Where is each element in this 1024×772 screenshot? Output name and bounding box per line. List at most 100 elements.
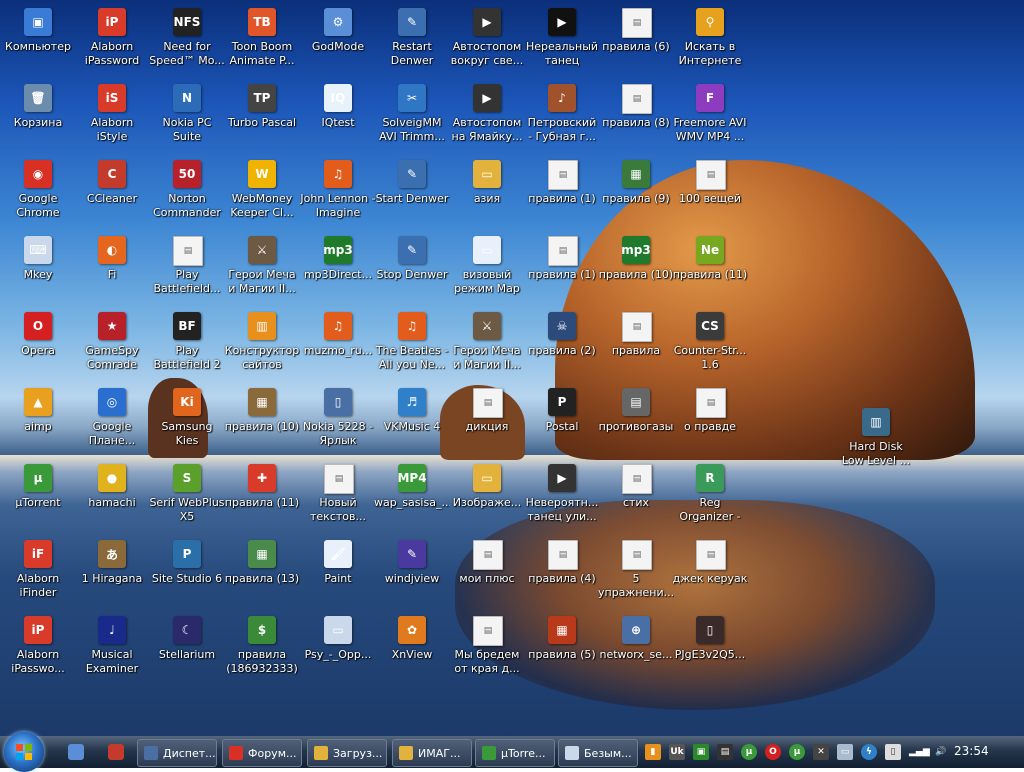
taskbar-button[interactable]: Безым... [558,739,638,767]
start-button[interactable] [4,732,44,772]
desktop-icon[interactable]: O Opera [0,312,76,384]
desktop-icon[interactable]: ♪ Петровский - Губная г... [524,84,600,156]
desktop-icon[interactable]: ▤ мои плюс [449,540,525,612]
desktop-icon[interactable]: ▶ Автостопом на Ямайку... [449,84,525,156]
desktop-icon[interactable]: iP Alaborn iPassword [74,8,150,80]
desktop-icon[interactable]: ▶ Нереальный танец япон... [524,8,600,80]
desktop-icon[interactable]: R Reg Organizer - [672,464,748,536]
taskbar-button[interactable]: Форум... [222,739,302,767]
desktop-icon[interactable]: ⊕ networx_se... [598,616,674,688]
tray-app-icon[interactable]: ▤ [717,744,733,760]
taskbar-button[interactable]: Диспет... [137,739,217,767]
desktop-icon[interactable]: ▤ правила (8) [598,84,674,156]
desktop-icon[interactable]: ▤ 100 вещей [672,160,748,232]
desktop-icon[interactable]: ☠ правила (2) [524,312,600,384]
volume-icon[interactable]: 🔊 [933,744,949,760]
desktop-icon[interactable]: ▶ Невероятн... танец ули... [524,464,600,536]
desktop-icon[interactable]: ▤ стих [598,464,674,536]
desktop-icon[interactable]: 🗑 Корзина [0,84,76,156]
desktop-icon[interactable]: ▥ Конструктор сайтов [224,312,300,384]
desktop-icon[interactable]: P Postal [524,388,600,460]
show-desktop-icon[interactable] [68,744,84,760]
desktop-icon[interactable]: ◉ Google Chrome [0,160,76,232]
desktop-icon[interactable]: 🖌 Paint [300,540,376,612]
desktop-icon[interactable]: mp3 mp3Direct... [300,236,376,308]
desktop-icon[interactable]: ▤ Новый текстов... [300,464,376,536]
desktop-icon[interactable]: ♩ Musical Examiner [74,616,150,688]
tray-app-icon[interactable]: ▭ [837,744,853,760]
desktop-icon[interactable]: ▦ правила (9) [598,160,674,232]
desktop-icon[interactable]: ▦ правила (5) [524,616,600,688]
desktop-icon[interactable]: µ µTorrent [0,464,76,536]
desktop-icon[interactable]: BF Play Battlefield 2 [149,312,225,384]
signal-icon[interactable]: ▂▄▆ [909,744,930,760]
tray-utorrent-icon[interactable]: µ [741,744,757,760]
desktop-icon[interactable]: あ 1 Hiragana [74,540,150,612]
clock[interactable]: 23:54 [954,744,989,758]
desktop-icon[interactable]: ▤ о правде [672,388,748,460]
desktop-icon[interactable]: $ правила (186932333) [224,616,300,688]
desktop-icon[interactable]: ▤ правила (4) [524,540,600,612]
desktop-icon[interactable]: iS Alaborn iStyle [74,84,150,156]
desktop-icon[interactable]: Ne правила (11) [672,236,748,308]
desktop-icon[interactable]: ☾ Stellarium [149,616,225,688]
taskbar-button[interactable]: ИМАГ... [392,739,472,767]
desktop-icon[interactable]: ♫ muzmo_ru... [300,312,376,384]
desktop-icon[interactable]: ✎ Start Denwer [374,160,450,232]
desktop-icon[interactable]: IQ IQtest [300,84,376,156]
desktop-icon[interactable]: ▦ правила (10) [224,388,300,460]
quick-launch-icon[interactable] [108,744,124,760]
desktop-icon[interactable]: ⚔ Герои Меча и Магии II... [449,312,525,384]
desktop-icon[interactable]: Ki Samsung Kies [149,388,225,460]
desktop-icon[interactable]: ✎ Stop Denwer [374,236,450,308]
tray-network-icon[interactable]: ✕ [813,744,829,760]
desktop-icon[interactable]: CS Counter-Str... 1.6 [672,312,748,384]
desktop-icon[interactable]: ◐ Fi [74,236,150,308]
desktop-icon[interactable]: ▤ Play Battlefield... [149,236,225,308]
desktop-icon[interactable]: ▤ правила (1) [524,236,600,308]
desktop-icon[interactable]: ♬ VKMusic 4 [374,388,450,460]
desktop-icon[interactable]: ⚔ Герои Меча и Магии II... [224,236,300,308]
tray-app-icon[interactable]: ϟ [861,744,877,760]
desktop-icon[interactable]: ▭ Изображе... [449,464,525,536]
desktop-icon[interactable]: ▤ правила (6) [598,8,674,80]
tray-opera-icon[interactable]: O [765,744,781,760]
desktop-icon[interactable]: ⚲ Искать в Интернете [672,8,748,80]
desktop-icon[interactable]: P Site Studio 6 [149,540,225,612]
desktop-icon[interactable]: ▯ Nokia 5228 - Ярлык [300,388,376,460]
desktop-icon[interactable]: ▤ Мы бредем от края д... [449,616,525,688]
desktop-icon[interactable]: ★ GameSpy Comrade [74,312,150,384]
desktop-icon[interactable]: F Freemore AVI WMV MP4 ... [672,84,748,156]
desktop-icon[interactable]: ▲ aimp [0,388,76,460]
desktop-icon[interactable]: ▥ Hard Disk Low Level ... [838,408,914,480]
desktop-icon[interactable]: S Serif WebPlus X5 [149,464,225,536]
desktop-icon[interactable]: ▤ противогазы [598,388,674,460]
desktop-icon[interactable]: ▭ азия [449,160,525,232]
tray-language-icon[interactable]: Uk [669,744,685,760]
desktop-icon[interactable]: mp3 правила (10) [598,236,674,308]
taskbar-button[interactable]: Загруз... [307,739,387,767]
desktop-icon[interactable]: TB Toon Boom Animate P... [224,8,300,80]
desktop-icon[interactable]: TP Turbo Pascal [224,84,300,156]
desktop-icon[interactable]: ✚ правила (11) [224,464,300,536]
desktop-icon[interactable]: ◎ Google Плане... [74,388,150,460]
desktop-icon[interactable]: ▶ Автостопом вокруг све... [449,8,525,80]
desktop-icon[interactable]: ▣ Компьютер [0,8,76,80]
desktop-icon[interactable]: ⚙ GodMode [300,8,376,80]
desktop-icon[interactable]: ▤ джек керуак [672,540,748,612]
desktop-icon[interactable]: ♫ The Beatles - All you Ne... [374,312,450,384]
desktop-icon[interactable]: ▤ правила [598,312,674,384]
desktop-icon[interactable]: ⌨ Mkey [0,236,76,308]
tray-app-icon[interactable]: ▯ [885,744,901,760]
desktop-icon[interactable]: ▤ правила (1) [524,160,600,232]
desktop-icon[interactable]: ▤ 5 упражнени... [598,540,674,612]
desktop-icon[interactable]: ▦ правила (13) [224,540,300,612]
desktop-icon[interactable]: ▤ дикция [449,388,525,460]
tray-app-icon[interactable]: ▮ [645,744,661,760]
desktop-icon[interactable]: ✂ SolveigMM AVI Trimm... [374,84,450,156]
tray-app-icon[interactable]: ▣ [693,744,709,760]
desktop-icon[interactable]: ✎ windjview [374,540,450,612]
desktop-icon[interactable]: ▭ визовый режим Map [449,236,525,308]
desktop-icon[interactable]: W WebMoney Keeper Cl... [224,160,300,232]
desktop-icon[interactable]: ▯ PJgE3v2Q5... [672,616,748,688]
